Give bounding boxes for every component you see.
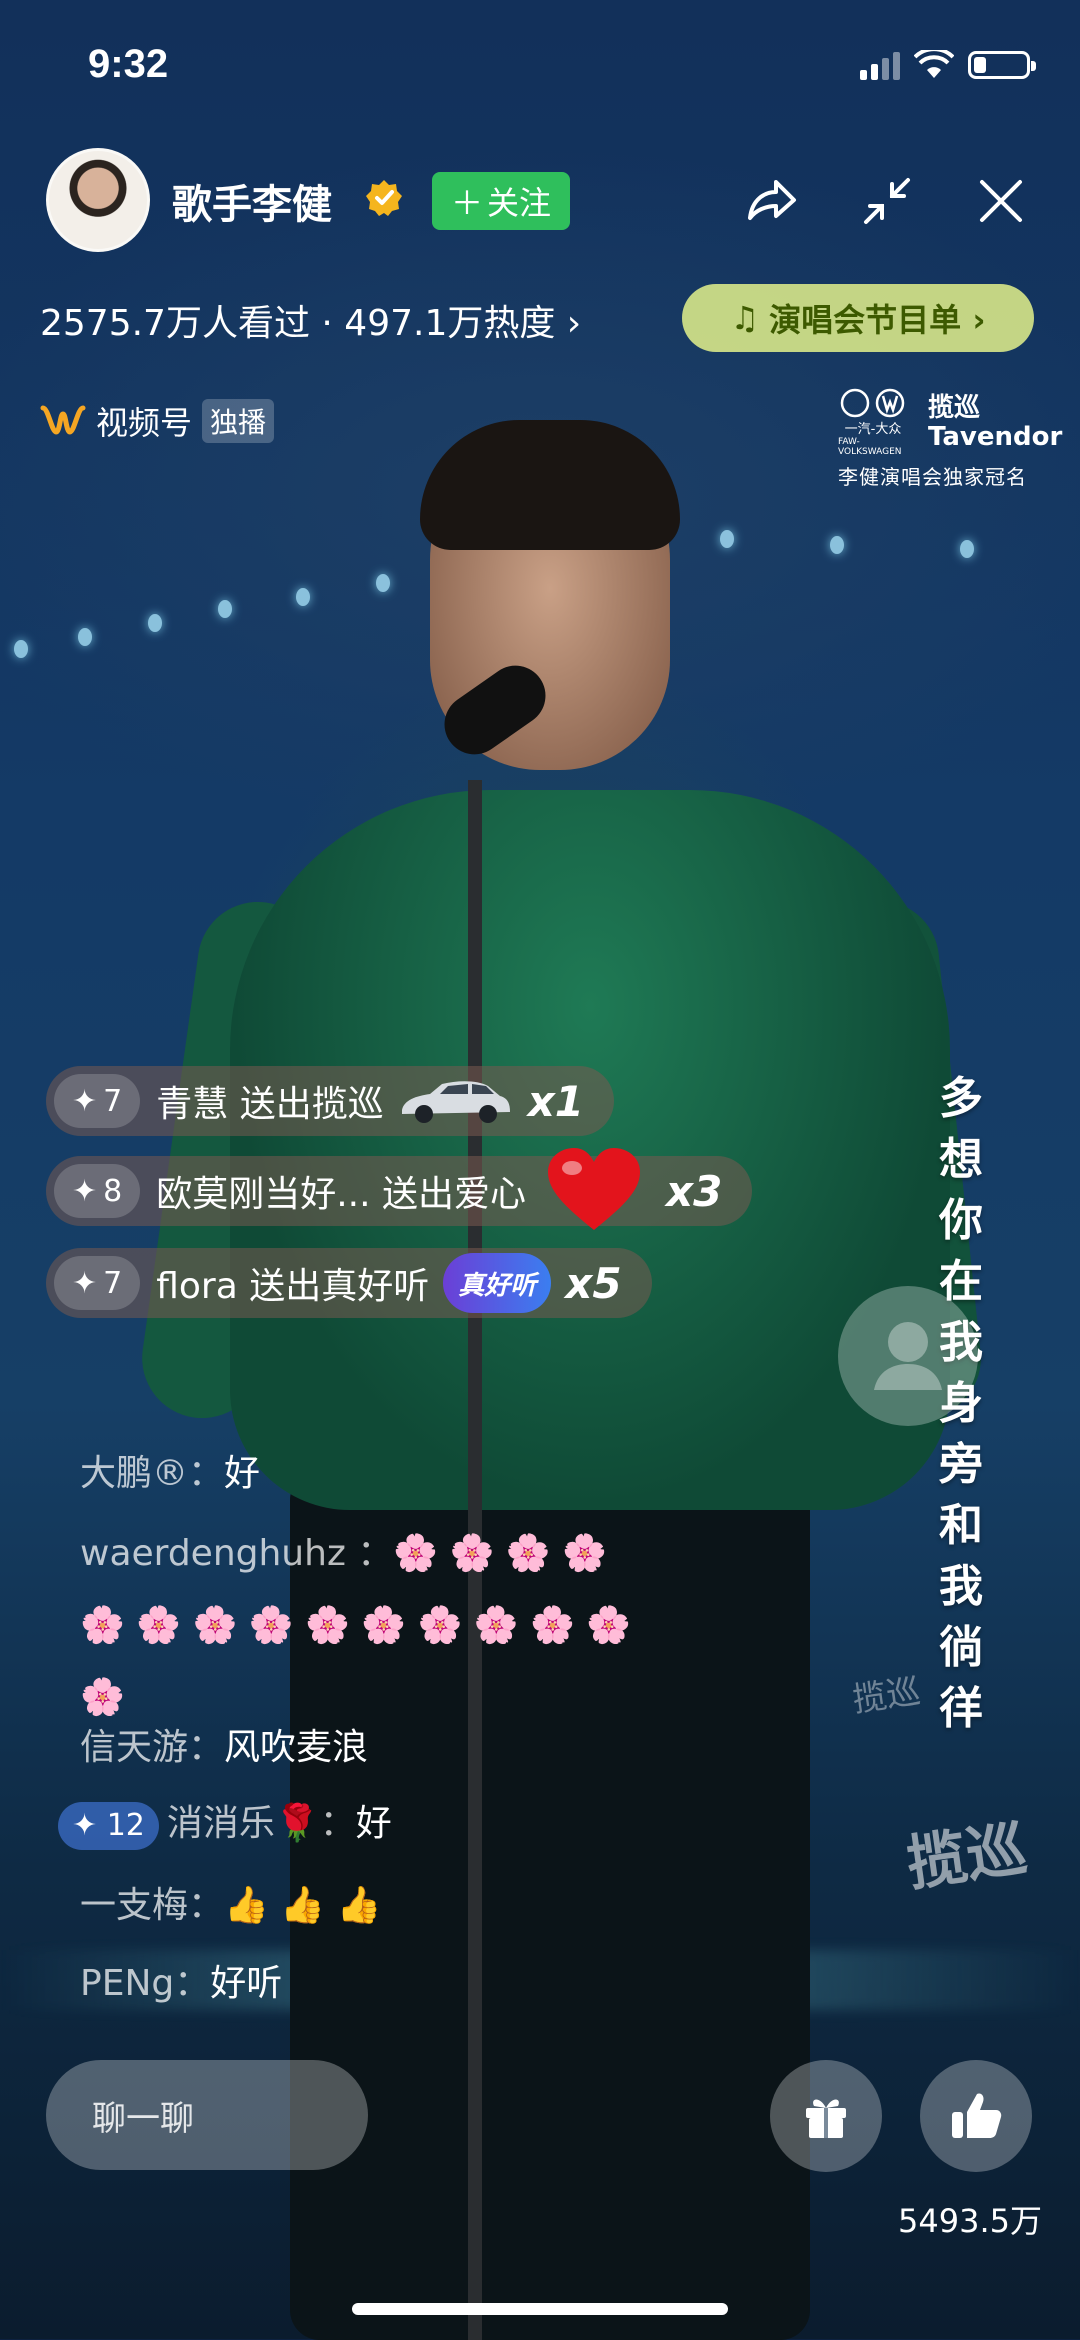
- signal-icon: [860, 50, 900, 80]
- gift-user: 青慧: [156, 1084, 229, 1125]
- close-icon[interactable]: [970, 170, 1032, 232]
- comment-item: ✦ 12 消消乐🌹：好: [58, 1794, 392, 1850]
- comment-item: 一支梅：👍 👍 👍: [80, 1885, 382, 1926]
- gift-icon: [806, 2099, 846, 2138]
- program-list-button[interactable]: ♫ 演唱会节目单 ›: [682, 284, 1034, 352]
- comment-user: waerdenghuhz: [80, 1533, 346, 1574]
- watermark-small: 揽巡: [850, 1671, 923, 1721]
- sparkle-icon: ✦: [72, 1808, 98, 1843]
- sparkle-icon: ✦: [72, 1173, 98, 1209]
- watermark: 揽巡: [902, 1813, 1032, 1900]
- comment-item: waerdenghuhz ：🌸 🌸 🌸 🌸 🌸 🌸 🌸 🌸 🌸 🌸 🌸 🌸 🌸 …: [80, 1533, 632, 1718]
- status-time: 9:32: [88, 42, 169, 86]
- exclusive-badge: 独播: [202, 399, 275, 443]
- comment-text: 风吹麦浪: [224, 1727, 369, 1768]
- gift-count: x1: [527, 1076, 585, 1126]
- comment-text: 🌸 🌸 🌸 🌸: [393, 1533, 607, 1574]
- chat-input[interactable]: 聊一聊: [46, 2060, 368, 2170]
- streamer-avatar[interactable]: [46, 148, 150, 252]
- sponsor-brand2-cn: 揽巡: [928, 392, 981, 423]
- gift-action: 送出揽巡: [239, 1084, 384, 1125]
- share-icon[interactable]: [740, 170, 802, 232]
- program-label: 演唱会节目单 ›: [769, 301, 986, 339]
- comment-text: 好: [355, 1803, 392, 1844]
- music-note-icon: ♫: [730, 299, 760, 337]
- comment-user: 信天游: [80, 1727, 189, 1768]
- comment-item: 信天游：风吹麦浪: [80, 1727, 369, 1768]
- fan-level-chip: ✦ 12: [58, 1802, 159, 1850]
- view-stats[interactable]: 2575.7万人看过 · 497.1万热度 ›: [40, 294, 581, 346]
- plus-icon: ＋: [450, 184, 483, 222]
- gift-notification: ✦ 8 欧莫刚当好... 送出爱心 x3: [46, 1148, 753, 1230]
- comment-item: 大鹏®：好: [80, 1453, 261, 1494]
- sponsor-brand1-sub: FAW-VOLKSWAGEN: [838, 437, 902, 457]
- comment-text: 👍 👍 👍: [224, 1885, 382, 1926]
- vw-logo-icon: [840, 388, 905, 418]
- fan-level-chip: ✦ 8: [54, 1164, 141, 1218]
- gift-user: flora: [156, 1266, 238, 1307]
- home-indicator[interactable]: [352, 2303, 728, 2315]
- sponsor-brand1: 一汽-大众: [844, 422, 902, 437]
- comment-item: PENg：好听: [80, 1963, 283, 2004]
- gift-notification: ✦ 7 flora 送出真好听 真好听 x5: [46, 1248, 652, 1318]
- comment-text: 好听: [210, 1963, 283, 2004]
- sparkle-icon: ✦: [72, 1083, 98, 1119]
- gift-user: 欧莫刚当好...: [156, 1174, 371, 1215]
- gift-notification: ✦ 7 青慧 送出揽巡 x1: [46, 1066, 615, 1136]
- guest-avatar[interactable]: [838, 1286, 978, 1426]
- minimize-icon[interactable]: [856, 170, 918, 232]
- follow-label: 关注: [487, 184, 552, 222]
- streamer-name[interactable]: 歌手李健: [172, 172, 332, 230]
- fan-level-chip: ✦ 7: [54, 1256, 141, 1310]
- fan-level-chip: ✦ 7: [54, 1074, 141, 1128]
- follow-button[interactable]: ＋ 关注: [432, 172, 570, 230]
- comment-user: 一支梅: [80, 1885, 189, 1926]
- sticker-icon: 真好听: [443, 1253, 552, 1313]
- thumbs-up-icon: [952, 2093, 1002, 2138]
- gift-button[interactable]: [770, 2060, 882, 2172]
- battery-icon: [968, 51, 1036, 79]
- gift-action: 送出真好听: [249, 1266, 430, 1307]
- like-button[interactable]: [920, 2060, 1032, 2172]
- heart-icon: [548, 1148, 641, 1230]
- like-count: 5493.5万: [898, 2202, 1042, 2240]
- comment-user: PENg: [80, 1963, 175, 2004]
- channel-label: 视频号: [96, 404, 193, 442]
- comment-user: 大鹏: [80, 1453, 153, 1494]
- gift-count: x5: [565, 1258, 622, 1308]
- channels-logo-icon: [40, 405, 86, 435]
- comment-user: 消消乐: [166, 1803, 275, 1844]
- gift-action: 送出爱心: [382, 1174, 527, 1215]
- status-icons: [860, 50, 1036, 80]
- wifi-icon: [914, 50, 954, 78]
- verified-badge-icon: [366, 180, 402, 216]
- sparkle-icon: ✦: [72, 1265, 98, 1301]
- gift-count: x3: [666, 1166, 723, 1216]
- sponsor-brand2-en: Tavendor: [928, 421, 1063, 452]
- sponsor-tagline: 李健演唱会独家冠名: [838, 465, 1027, 489]
- sponsor-logo: 一汽-大众 FAW-VOLKSWAGEN 揽巡 Tavendor 李健演唱会独家…: [838, 388, 1063, 490]
- car-icon: [401, 1081, 510, 1123]
- comment-text: 好: [224, 1453, 261, 1494]
- person-icon: [874, 1322, 942, 1390]
- channel-tag: 视频号 独播: [40, 398, 275, 444]
